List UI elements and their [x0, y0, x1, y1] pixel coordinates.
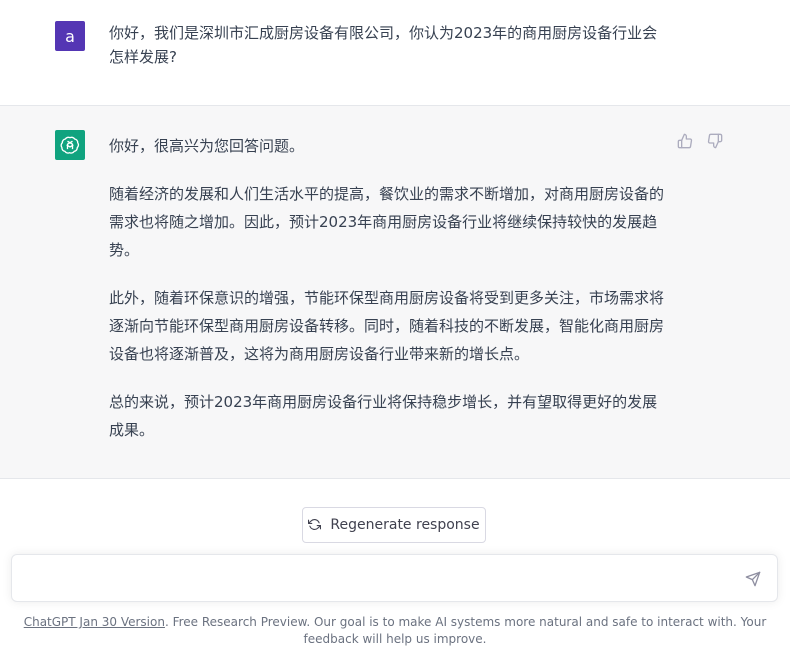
message-composer: [11, 554, 778, 602]
user-avatar: a: [55, 21, 85, 51]
assistant-message-text: 你好，很高兴为您回答问题。 随着经济的发展和人们生活水平的提高，餐饮业的需求不断…: [109, 132, 665, 464]
version-link[interactable]: ChatGPT Jan 30 Version: [24, 615, 165, 629]
send-icon[interactable]: [745, 571, 763, 589]
user-message-row: a 你好，我们是深圳市汇成厨房设备有限公司，你认为2023年的商用厨房设备行业会…: [0, 0, 790, 106]
assistant-paragraph: 此外，随着环保意识的增强，节能环保型商用厨房设备将受到更多关注，市场需求将逐渐向…: [109, 289, 665, 363]
thumbs-up-icon[interactable]: [677, 133, 695, 151]
message-input[interactable]: [26, 568, 730, 594]
regenerate-label: Regenerate response: [330, 517, 480, 533]
regenerate-response-button[interactable]: Regenerate response: [302, 507, 486, 543]
thumbs-down-icon[interactable]: [707, 133, 725, 151]
chatgpt-logo-icon: [55, 130, 85, 160]
assistant-paragraph: 总的来说，预计2023年商用厨房设备行业将保持稳步增长，并有望取得更好的发展成果…: [109, 393, 658, 439]
assistant-paragraph: 你好，很高兴为您回答问题。: [109, 137, 305, 155]
refresh-icon: [308, 518, 322, 532]
assistant-paragraph: 随着经济的发展和人们生活水平的提高，餐饮业的需求不断增加，对商用厨房设备的需求也…: [109, 185, 665, 259]
chat-page: a 你好，我们是深圳市汇成厨房设备有限公司，你认为2023年的商用厨房设备行业会…: [0, 0, 790, 656]
user-avatar-letter: a: [65, 26, 75, 46]
assistant-message-row: 你好，很高兴为您回答问题。 随着经济的发展和人们生活水平的提高，餐饮业的需求不断…: [0, 106, 790, 479]
footer-text: . Free Research Preview. Our goal is to …: [164, 615, 767, 646]
user-message-text: 你好，我们是深圳市汇成厨房设备有限公司，你认为2023年的商用厨房设备行业会怎样…: [109, 24, 658, 66]
feedback-buttons: [677, 133, 725, 151]
footer-disclaimer: ChatGPT Jan 30 Version. Free Research Pr…: [0, 614, 790, 648]
